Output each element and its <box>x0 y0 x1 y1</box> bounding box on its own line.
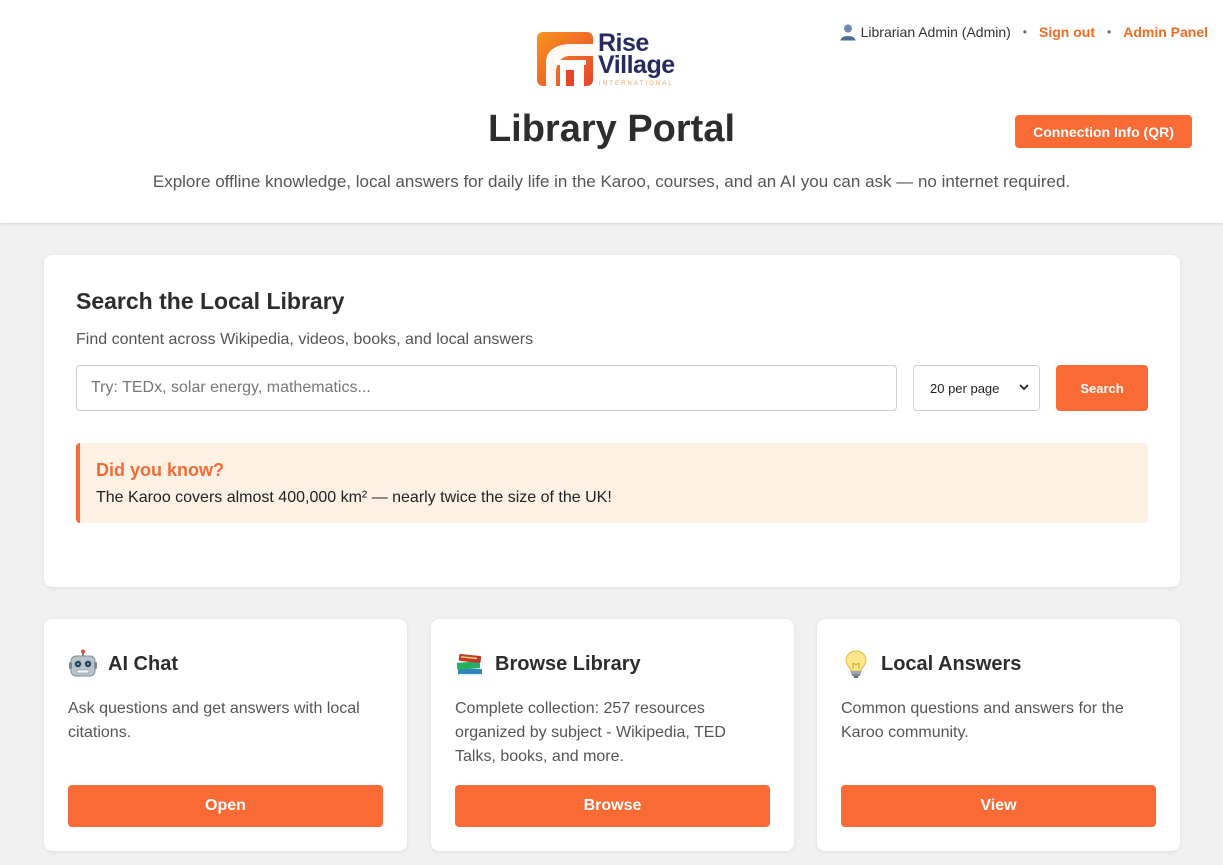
card-description: Complete collection: 257 resources organ… <box>455 700 726 765</box>
did-you-know-title: Did you know? <box>96 460 224 480</box>
books-icon <box>456 653 482 676</box>
search-heading: Search the Local Library <box>76 288 345 314</box>
user-label: Librarian Admin (Admin) <box>860 24 1011 40</box>
separator-dot: • <box>1022 25 1027 39</box>
separator-dot: • <box>1107 25 1112 39</box>
card-title: Browse Library <box>495 652 641 675</box>
user-indicator: Librarian Admin (Admin) <box>839 23 1011 41</box>
ai-chat-card: AI Chat Ask questions and get answers wi… <box>44 619 407 851</box>
open-button[interactable]: Open <box>68 785 383 827</box>
user-icon <box>840 24 856 41</box>
chevron-down-icon <box>1019 384 1029 391</box>
admin-panel-link[interactable]: Admin Panel <box>1123 24 1208 40</box>
per-page-select[interactable]: 20 per page <box>913 365 1040 411</box>
did-you-know-text: The Karoo covers almost 400,000 km² — ne… <box>96 489 612 506</box>
sign-out-link[interactable]: Sign out <box>1039 24 1095 40</box>
lightbulb-icon <box>845 650 867 678</box>
card-header: Browse Library <box>455 649 641 679</box>
logo-text-international: INTERNATIONAL <box>599 81 674 87</box>
logo-house-icon <box>537 32 593 86</box>
browse-button[interactable]: Browse <box>455 785 770 827</box>
card-header: AI Chat <box>68 649 178 679</box>
card-header: Local Answers <box>841 649 1021 679</box>
card-title: Local Answers <box>881 652 1022 675</box>
per-page-value: 20 per page <box>930 380 1000 396</box>
did-you-know-callout: Did you know? The Karoo covers almost 40… <box>76 443 1148 523</box>
view-button[interactable]: View <box>841 785 1156 827</box>
card-description: Ask questions and get answers with local… <box>68 700 360 741</box>
search-description: Find content across Wikipedia, videos, b… <box>76 331 534 348</box>
search-card: Search the Local Library Find content ac… <box>44 255 1180 587</box>
page-header: Librarian Admin (Admin) • Sign out • Adm… <box>0 0 1223 223</box>
browse-library-card: Browse Library Complete collection: 257 … <box>431 619 794 851</box>
logo-text-village: Village <box>598 51 675 79</box>
connection-info-button[interactable]: Connection Info (QR) <box>1015 115 1192 148</box>
user-bar: Librarian Admin (Admin) • Sign out • Adm… <box>839 23 1208 41</box>
page-subtitle: Explore offline knowledge, local answers… <box>152 172 1071 191</box>
rise-village-logo[interactable]: Rise Village INTERNATIONAL <box>536 30 688 90</box>
card-description: Common questions and answers for the Kar… <box>841 700 1124 741</box>
local-answers-card: Local Answers Common questions and answe… <box>817 619 1180 851</box>
card-title: AI Chat <box>108 652 178 675</box>
search-input[interactable] <box>76 365 897 411</box>
robot-icon <box>69 649 97 677</box>
search-button[interactable]: Search <box>1056 365 1148 411</box>
